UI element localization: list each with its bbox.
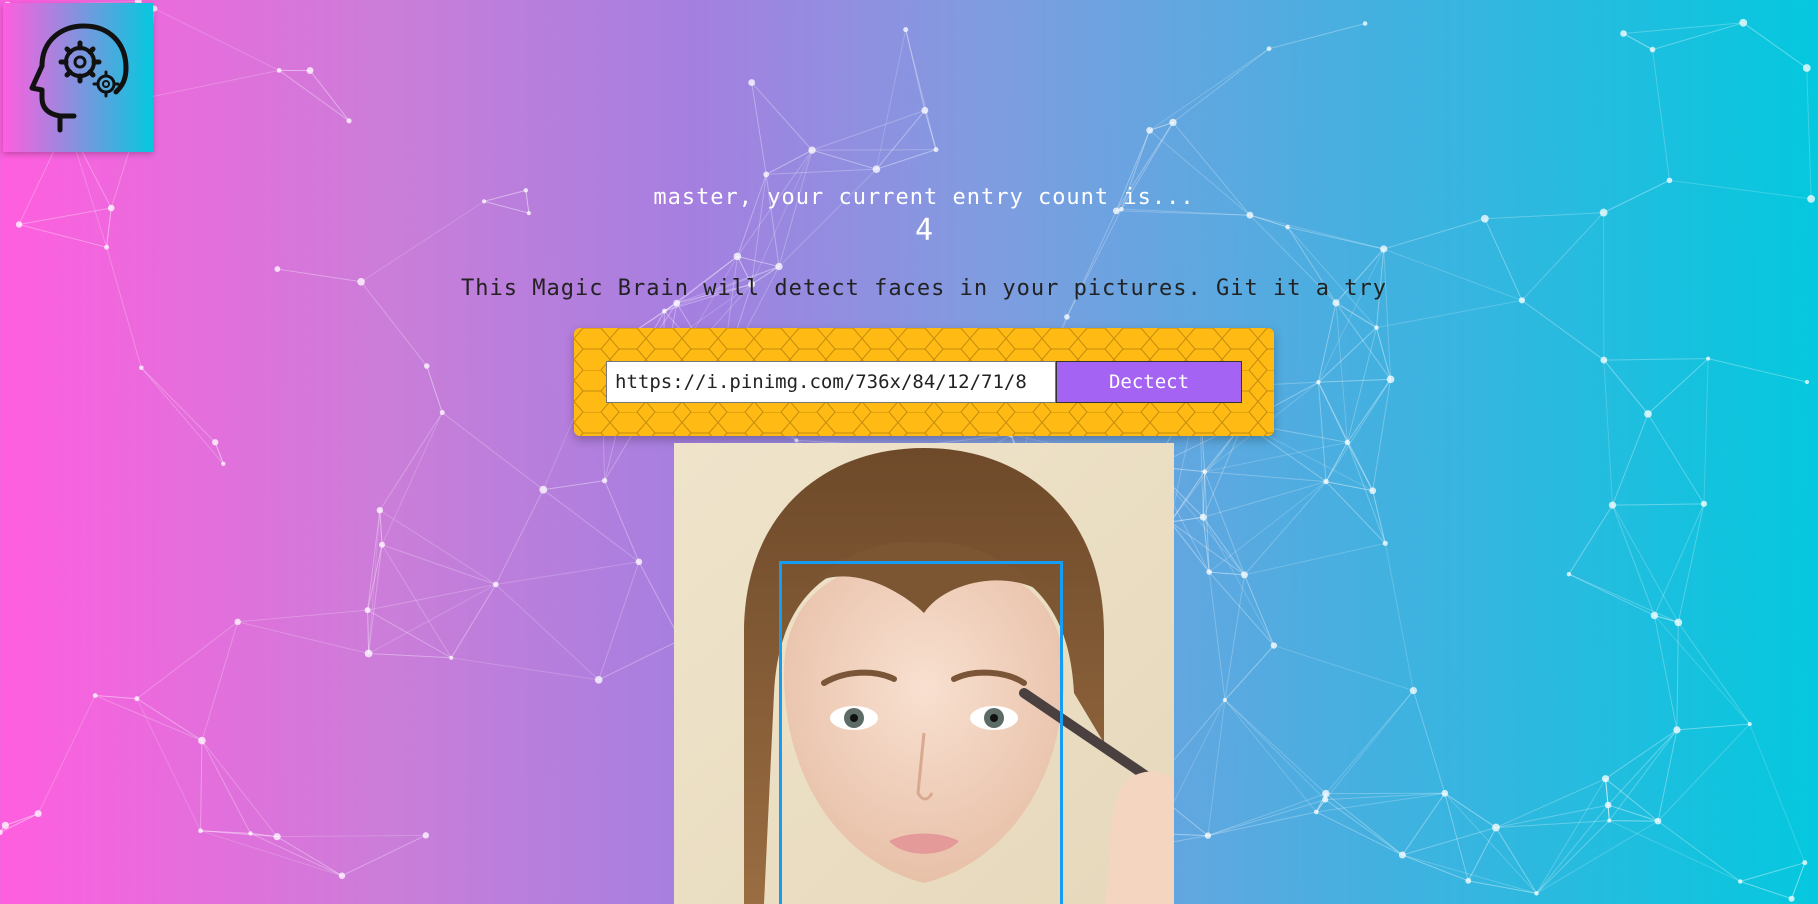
tagline: This Magic Brain will detect faces in yo… (461, 276, 1387, 301)
detect-button[interactable]: Dectect (1056, 361, 1242, 403)
face-bounding-box (779, 561, 1063, 904)
entry-count-section: master, your current entry count is... 4 (0, 182, 1818, 248)
entry-count-message: master, your current entry count is... (653, 185, 1195, 210)
image-url-input[interactable] (606, 361, 1056, 403)
app-logo[interactable] (3, 3, 153, 152)
image-url-form: Dectect (574, 328, 1274, 436)
entry-count-value: 4 (914, 213, 934, 248)
brain-gear-head-icon (29, 23, 129, 132)
face-image (674, 443, 1174, 904)
